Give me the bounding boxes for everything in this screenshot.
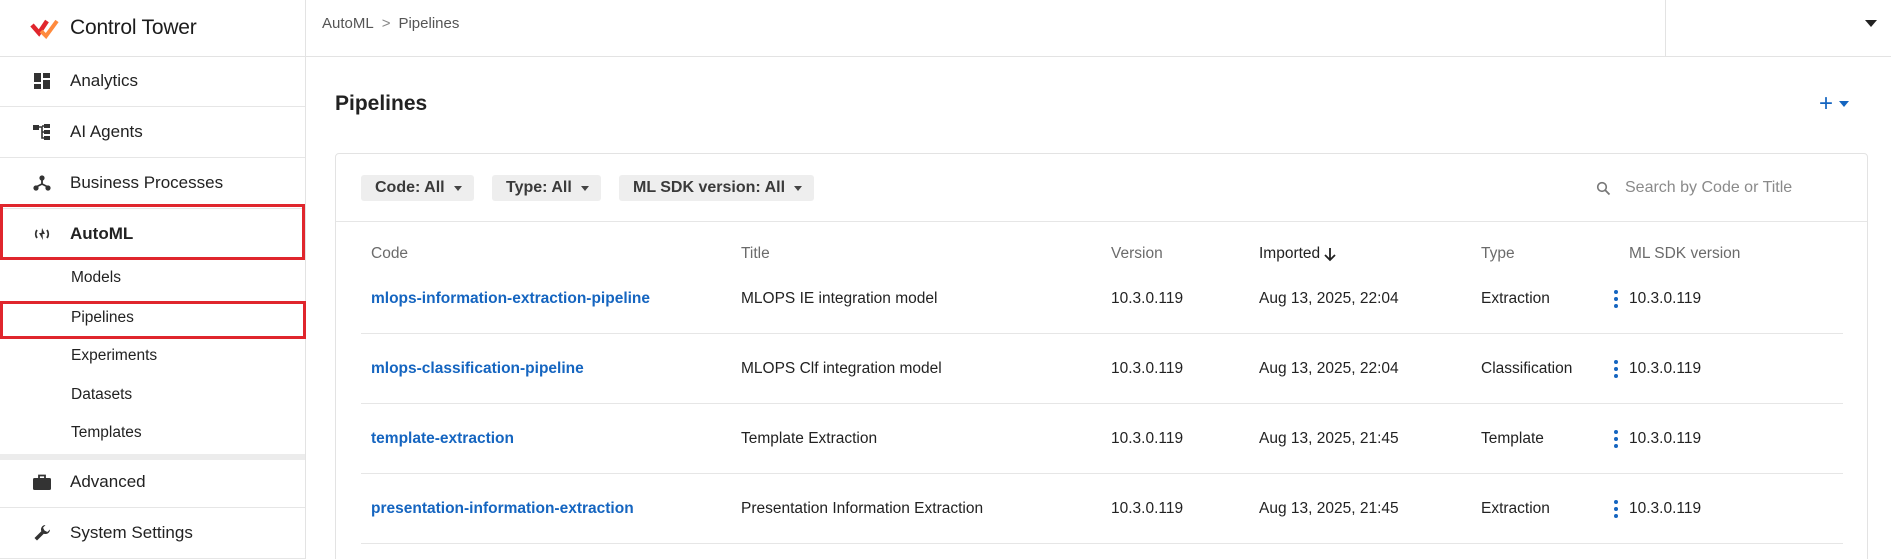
column-header-title[interactable]: Title (741, 245, 770, 263)
sidebar-item-label: Analytics (70, 71, 139, 90)
pipeline-imported: Aug 13, 2025, 21:45 (1259, 430, 1399, 447)
sidebar: Control Tower Analytics AI Agents Busine… (0, 0, 306, 559)
briefcase-icon (32, 472, 52, 492)
column-header-type[interactable]: Type (1481, 245, 1515, 263)
pipeline-code-link[interactable]: mlops-information-extraction-pipeline (371, 264, 650, 334)
row-actions-kebab-icon[interactable] (1606, 496, 1626, 522)
plus-icon: + (1819, 90, 1834, 117)
pipeline-type: Extraction (1481, 500, 1550, 517)
pipeline-title: Presentation Information Extraction (741, 500, 984, 517)
pipeline-sdk-version: 10.3.0.119 (1629, 360, 1702, 377)
filter-label: ML SDK version: All (633, 179, 786, 196)
filter-ml-sdk-version[interactable]: ML SDK version: All (619, 175, 815, 201)
sidebar-subitem-templates[interactable]: Templates (0, 415, 305, 451)
pipeline-imported: Aug 13, 2025, 21:45 (1259, 500, 1399, 517)
chevron-down-icon (580, 185, 589, 191)
sidebar-subitem-label: Datasets (71, 386, 133, 403)
pipeline-version: 10.3.0.119 (1111, 500, 1184, 517)
pipeline-sdk-version: 10.3.0.119 (1629, 290, 1702, 307)
row-actions-kebab-icon[interactable] (1606, 426, 1626, 452)
sidebar-item-label: System Settings (70, 523, 193, 542)
app-name: Control Tower (70, 16, 197, 39)
arrow-down-sort-icon (1324, 247, 1336, 261)
pipeline-code-link[interactable]: presentation-information-extraction (371, 474, 634, 544)
pipeline-title: Template Extraction (741, 430, 878, 447)
sidebar-subitem-label: Templates (71, 424, 142, 441)
pipeline-imported: Aug 13, 2025, 22:04 (1259, 360, 1399, 377)
filter-label: Code: All (375, 179, 445, 196)
sidebar-item-automl[interactable]: AutoML (0, 209, 305, 260)
column-header-imported[interactable]: Imported (1259, 245, 1337, 263)
sidebar-subitem-label: Experiments (71, 347, 158, 364)
chevron-down-icon (1839, 101, 1850, 107)
brand[interactable]: Control Tower (0, 0, 305, 57)
sidebar-item-label: Business Processes (70, 173, 224, 192)
breadcrumb-item-pipelines: Pipelines (398, 14, 460, 32)
sidebar-subitem-models[interactable]: Models (0, 260, 305, 296)
pipeline-title: MLOPS Clf integration model (741, 360, 942, 377)
breadcrumb: AutoML > Pipelines (322, 0, 459, 46)
dashboard-icon (32, 71, 52, 91)
pipeline-code-link[interactable]: mlops-classification-pipeline (371, 334, 584, 404)
pipeline-version: 10.3.0.119 (1111, 430, 1184, 447)
sidebar-subitem-datasets[interactable]: Datasets (0, 377, 305, 413)
column-header-version[interactable]: Version (1111, 245, 1163, 263)
pipeline-imported: Aug 13, 2025, 22:04 (1259, 290, 1399, 307)
sidebar-item-system-settings[interactable]: System Settings (0, 508, 305, 559)
pipeline-sdk-version: 10.3.0.119 (1629, 430, 1702, 447)
table-row: template-extraction Template Extraction … (361, 404, 1843, 474)
search-icon (1596, 181, 1611, 195)
control-tower-logo-icon (30, 19, 59, 39)
page-title: Pipelines (335, 92, 428, 115)
top-bar: AutoML > Pipelines (306, 0, 1891, 57)
process-nodes-icon (32, 173, 52, 193)
chevron-down-icon (453, 185, 462, 191)
hierarchy-icon (32, 122, 52, 142)
table-row: presentation-information-extraction Pres… (361, 474, 1843, 544)
pipeline-version: 10.3.0.119 (1111, 290, 1184, 307)
filter-code[interactable]: Code: All (361, 175, 474, 201)
pipeline-code-link[interactable]: template-extraction (371, 404, 514, 474)
wrench-icon (32, 523, 52, 543)
row-actions-kebab-icon[interactable] (1606, 356, 1626, 382)
sidebar-subitem-experiments[interactable]: Experiments (0, 338, 305, 374)
column-header-ml-sdk-version[interactable]: ML SDK version (1629, 245, 1740, 263)
pipeline-type: Extraction (1481, 290, 1550, 307)
pipelines-card: Code: All Type: All ML SDK version: All … (335, 153, 1868, 559)
column-header-label: Imported (1259, 245, 1321, 262)
sidebar-item-analytics[interactable]: Analytics (0, 56, 305, 107)
row-actions-kebab-icon[interactable] (1606, 286, 1626, 312)
sidebar-subitem-label: Models (71, 269, 121, 286)
filter-label: Type: All (506, 179, 572, 196)
search-box (1596, 172, 1836, 204)
chevron-down-icon (794, 185, 803, 191)
sidebar-subitem-label: Pipelines (71, 309, 134, 326)
sidebar-item-label: AI Agents (70, 122, 143, 141)
search-input[interactable] (1625, 179, 1825, 197)
pipeline-version: 10.3.0.119 (1111, 360, 1184, 377)
filter-bar: Code: All Type: All ML SDK version: All (336, 154, 1867, 222)
sidebar-item-advanced[interactable]: Advanced (0, 457, 305, 508)
pipeline-type: Template (1481, 430, 1544, 447)
sidebar-subitem-pipelines[interactable]: Pipelines (0, 300, 305, 336)
sidebar-item-label: AutoML (70, 224, 134, 243)
sidebar-item-business-processes[interactable]: Business Processes (0, 158, 305, 209)
add-pipeline-button[interactable]: + (1819, 90, 1850, 117)
breadcrumb-separator-icon: > (381, 14, 391, 32)
pipeline-sdk-version: 10.3.0.119 (1629, 500, 1702, 517)
breadcrumb-item-automl[interactable]: AutoML (322, 15, 374, 32)
user-menu-dropdown[interactable] (1665, 0, 1891, 56)
automl-icon (32, 224, 52, 244)
filter-type[interactable]: Type: All (492, 175, 601, 201)
table-row: mlops-information-extraction-pipeline ML… (361, 264, 1843, 334)
column-header-code[interactable]: Code (371, 245, 408, 263)
pipeline-title: MLOPS IE integration model (741, 290, 938, 307)
caret-down-icon (1865, 20, 1877, 27)
table-row: mlops-classification-pipeline MLOPS Clf … (361, 334, 1843, 404)
sidebar-item-ai-agents[interactable]: AI Agents (0, 107, 305, 158)
sidebar-item-label: Advanced (70, 472, 146, 491)
pipeline-type: Classification (1481, 360, 1573, 377)
